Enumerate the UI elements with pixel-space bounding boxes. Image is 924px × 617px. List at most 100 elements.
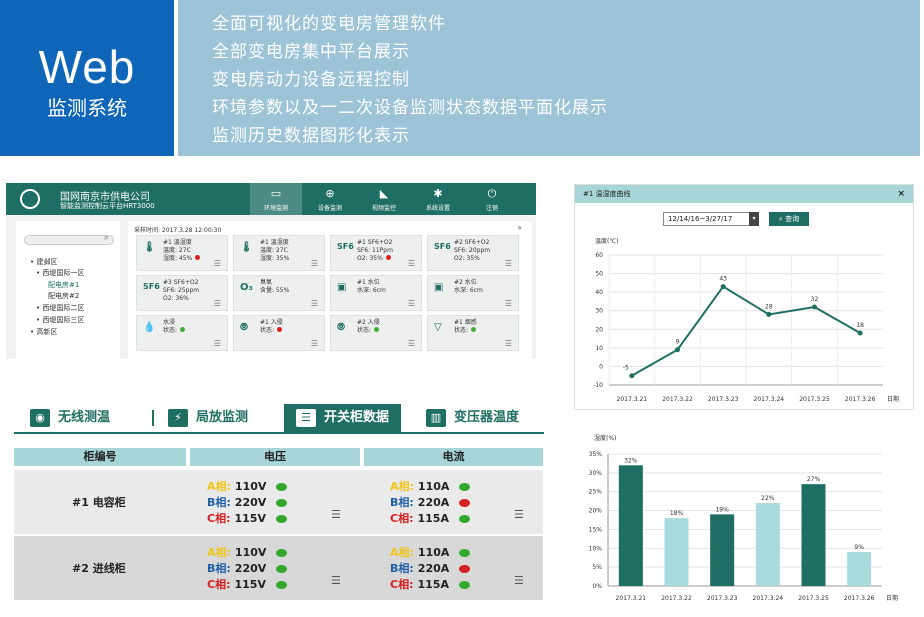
nav-item-0[interactable]: ▭ 环境监测 xyxy=(250,183,302,215)
query-label: 查询 xyxy=(785,215,800,223)
sensor-line: 含量: 55% xyxy=(260,287,290,294)
y-tick-label: 10 xyxy=(595,345,603,352)
transformer-icon: ▥ xyxy=(426,408,446,427)
menu-icon[interactable]: ☰ xyxy=(505,260,512,268)
menu-icon[interactable]: ☰ xyxy=(311,340,318,348)
sensor-card[interactable]: ▣ #2 水位 水深: 6cm ☰ xyxy=(427,275,519,311)
y-tick-label: 30% xyxy=(589,470,603,477)
y-tick-label: 25% xyxy=(589,489,603,496)
y-axis-label: 湿度(%) xyxy=(594,434,616,442)
sensor-card[interactable]: 🌡 #1 温湿度 温度: 27C 湿度: 35% ☰ xyxy=(233,235,325,271)
status-led xyxy=(459,549,471,557)
menu-icon[interactable]: ☰ xyxy=(514,575,524,586)
tab-label: 变压器温度 xyxy=(454,410,520,425)
nav-item-4[interactable]: ⏻ 注销 xyxy=(466,183,518,215)
tab-0[interactable]: ◉ 无线测温 xyxy=(30,404,110,432)
tree-item[interactable]: • 建邺区 xyxy=(30,257,57,267)
tab-1[interactable]: ⚡ 局放监测 xyxy=(168,404,248,432)
sensor-card[interactable]: ▣ #1 水位 水深: 6cm ☰ xyxy=(330,275,422,311)
nav-label: 注销 xyxy=(485,205,498,212)
sensor-line: #1 温湿度 xyxy=(260,239,289,246)
water-drop-icon: 💧 xyxy=(143,322,156,333)
phase-value: 115A xyxy=(417,578,449,591)
close-icon[interactable]: × xyxy=(897,185,905,203)
header-voltage: 电压 xyxy=(190,448,360,466)
current-phase: C相: 115A xyxy=(390,576,470,592)
sensor-card[interactable]: ⦾ #2 入侵 状态: ☰ xyxy=(330,315,422,351)
y-tick-label: 20% xyxy=(589,508,603,515)
feature-line: 监测历史数据图形化表示 xyxy=(212,126,410,146)
sensor-card[interactable]: 🌡 #1 温湿度 温度: 27C 湿度: 45% ☰ xyxy=(136,235,228,271)
phase-value: 220A xyxy=(417,496,450,509)
sensor-line: 臭氧 xyxy=(260,279,273,286)
phase-value: 115A xyxy=(417,512,449,525)
sensor-card[interactable]: SF6 #1 SF6+O2 SF6: 11Ppm O2: 35% ☰ xyxy=(330,235,422,271)
humidity-bar-chart: 湿度(%) 35% 30% 25% 20% 15% 10% 5% 0% 32% 2017.3.21 1… xyxy=(589,434,898,602)
menu-icon[interactable]: ☰ xyxy=(408,300,415,308)
phase-value: 220V xyxy=(234,562,267,575)
menu-icon[interactable]: ☰ xyxy=(214,300,221,308)
y-tick-label: 5% xyxy=(592,564,602,571)
collapse-chevron-icon[interactable]: » xyxy=(517,223,522,232)
tab-2[interactable]: ☰ 开关柜数据 xyxy=(284,404,402,432)
status-led xyxy=(275,515,287,523)
nav-item-1[interactable]: ⊕ 设备监测 xyxy=(304,183,356,215)
tree-item[interactable]: • 西堤国际三区 xyxy=(36,315,84,325)
cabinet-id: #2 进线柜 xyxy=(72,562,126,575)
date-range-select[interactable]: 12/14/16~3/27/17 xyxy=(663,212,757,226)
tree-item[interactable]: 配电房#1 xyxy=(48,280,79,290)
tree-item[interactable]: 配电房#2 xyxy=(48,291,79,301)
sensor-grid: 采样时间: 2017.3.28 12:00:30 » 🌡 #1 温湿度 温度: 27… xyxy=(128,221,532,359)
wireless-icon: ◉ xyxy=(30,408,50,427)
menu-icon[interactable]: ☰ xyxy=(408,340,415,348)
sensor-card[interactable]: ▽ #1 烟感 状态: ☰ xyxy=(427,315,519,351)
chevron-down-icon[interactable]: ▾ xyxy=(749,212,759,226)
tree-item[interactable]: • 高新区 xyxy=(30,327,57,337)
feature-list: 全面可视化的变电房管理软件 全部变电房集中平台展示 变电房动力设备远程控制 环境… xyxy=(178,0,920,156)
nav-label: 设备监测 xyxy=(317,205,342,212)
target-icon: ⊕ xyxy=(325,187,335,200)
y-tick-label: 30 xyxy=(595,308,603,315)
sensor-card[interactable]: ⦾ #1 入侵 状态: ☰ xyxy=(233,315,325,351)
tab-label: 局放监测 xyxy=(196,410,249,425)
menu-icon[interactable]: ☰ xyxy=(311,260,318,268)
sensor-card[interactable]: 💧 水浸 状态: ☰ xyxy=(136,315,228,351)
tree-item[interactable]: • 西堤国际一区 xyxy=(36,268,84,278)
nav-item-2[interactable]: ◣ 视频监控 xyxy=(358,183,410,215)
sidebar-search-input[interactable]: ⌕ xyxy=(24,233,114,245)
nav-item-3[interactable]: ✱ 系统设置 xyxy=(412,183,464,215)
menu-icon[interactable]: ☰ xyxy=(311,300,318,308)
x-tick-label: 2017.3.23 xyxy=(708,396,739,403)
x-tick-label: 2017.3.24 xyxy=(753,595,784,602)
sensor-readings: #1 入侵 状态: xyxy=(260,319,283,335)
menu-icon[interactable]: ☰ xyxy=(331,575,341,586)
query-button[interactable]: ⌕ 查询 xyxy=(769,212,809,226)
tab-3[interactable]: ▥ 变压器温度 xyxy=(426,404,519,432)
menu-icon[interactable]: ☰ xyxy=(214,260,221,268)
sensor-card[interactable]: SF6 #2 SF6+O2 SF6: 20ppm O2: 35% ☰ xyxy=(427,235,519,271)
menu-icon[interactable]: ☰ xyxy=(408,260,415,268)
banner-brand: Web 监测系统 xyxy=(0,0,174,156)
sensor-line: #2 水位 xyxy=(454,279,477,286)
voltage-phase: C相: 115V xyxy=(207,510,287,526)
sensor-card[interactable]: O₃ 臭氧 含量: 55% ☰ xyxy=(233,275,325,311)
thermometer-icon: 🌡 xyxy=(240,242,253,253)
sensor-card[interactable]: SF6 #3 SF6+O2 SF6: 25ppm O2: 36% ☰ xyxy=(136,275,228,311)
menu-icon[interactable]: ☰ xyxy=(505,300,512,308)
menu-icon[interactable]: ☰ xyxy=(514,509,524,520)
search-icon[interactable]: ⌕ xyxy=(104,233,109,243)
environment-dashboard: 国网南京市供电公司 智能监测控制云平台HRT3000 ▭ 环境监测 ⊕ 设备监测 ◣ 视频… xyxy=(6,183,536,359)
x-tick-label: 2017.3.25 xyxy=(799,396,830,403)
x-axis-label: 日期 xyxy=(886,594,898,602)
sensor-icon: ⦾ xyxy=(240,322,248,333)
sensor-line: 湿度: 35% xyxy=(260,255,290,262)
data-label: 18% xyxy=(670,510,684,517)
tree-item[interactable]: • 西堤国际二区 xyxy=(36,303,84,313)
menu-icon[interactable]: ☰ xyxy=(214,340,221,348)
phase-value: 220A xyxy=(417,562,450,575)
data-point xyxy=(812,304,817,310)
menu-icon[interactable]: ☰ xyxy=(331,509,341,520)
menu-icon[interactable]: ☰ xyxy=(505,340,512,348)
thermometer-icon: 🌡 xyxy=(143,242,156,253)
x-tick-label: 2017.3.24 xyxy=(754,396,785,403)
